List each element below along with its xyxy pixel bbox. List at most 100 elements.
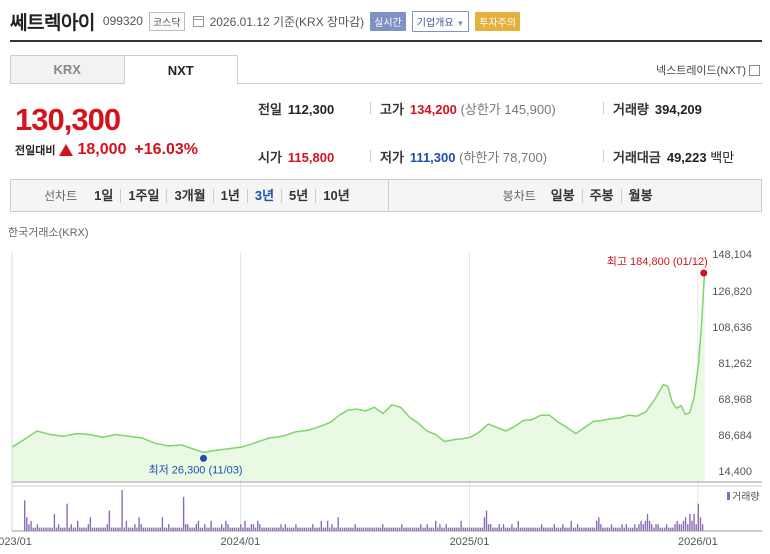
volume-bar — [87, 524, 89, 531]
x-tick-label: 2023/01 — [0, 536, 32, 548]
period-1y[interactable]: 1년 — [212, 188, 247, 203]
volume-bar — [593, 527, 596, 531]
volume-bar — [250, 524, 253, 531]
volume-bar — [261, 527, 263, 531]
tab-krx[interactable]: KRX — [10, 55, 124, 84]
realtime-badge[interactable]: 실시간 — [370, 11, 406, 31]
lower-limit: (하한가 78,700) — [459, 150, 548, 165]
stat-high: 고가 134,200 (상한가 145,900) — [380, 99, 556, 118]
period-1d[interactable]: 1일 — [87, 188, 120, 203]
volume-bar — [26, 517, 28, 531]
volume-bar — [646, 513, 649, 531]
volume-bar — [24, 500, 26, 532]
volume-bar — [269, 527, 272, 531]
volume-bar — [68, 527, 70, 531]
volume-bar — [140, 524, 142, 531]
up-arrow-icon — [59, 144, 74, 156]
volume-bar — [104, 527, 106, 531]
volume-bar — [454, 527, 456, 531]
volume-bar — [568, 527, 570, 531]
volume-bar — [684, 517, 687, 531]
stat-high-value: 134,200 — [409, 102, 457, 117]
volume-bar — [560, 527, 562, 531]
company-overview-button[interactable]: 기업개요 ▼ — [411, 10, 470, 32]
volume-bar — [483, 517, 486, 531]
divider — [603, 102, 604, 114]
volume-bar — [665, 524, 668, 531]
volume-bar — [165, 527, 168, 531]
volume-bar — [191, 527, 193, 531]
investment-warning-badge[interactable]: 투자주의 — [475, 11, 521, 31]
line-chart-group: 선차트 1일 1주일 3개월 1년 3년 5년 10년 — [11, 180, 357, 211]
volume-bar — [602, 527, 604, 531]
volume-bar — [375, 527, 378, 531]
volume-bar — [420, 524, 422, 531]
volume-bar — [678, 524, 680, 531]
volume-bar — [168, 524, 170, 531]
price-line — [12, 269, 706, 454]
volume-bar — [310, 527, 312, 531]
volume-bar — [608, 527, 611, 531]
volume-bar — [534, 527, 536, 531]
volume-bar — [640, 520, 642, 532]
volume-bar — [485, 510, 488, 531]
volume-bar — [392, 527, 394, 531]
candle-weekly[interactable]: 주봉 — [581, 188, 621, 203]
volume-bar — [356, 527, 358, 531]
volume-bar — [371, 527, 373, 531]
period-10y[interactable]: 10년 — [315, 188, 356, 203]
volume-bar — [691, 520, 693, 532]
volume-bar — [430, 527, 433, 531]
volume-bar — [515, 527, 517, 531]
volume-bar — [297, 527, 299, 531]
volume-bar — [460, 520, 462, 532]
volume-bar — [481, 527, 483, 531]
volume-bar — [388, 527, 390, 531]
volume-bar — [585, 527, 587, 531]
nextrade-toggle[interactable]: 넥스트레이드(NXT) — [656, 62, 760, 78]
volume-bar — [197, 520, 200, 532]
volume-bar — [487, 524, 490, 531]
tab-nxt[interactable]: NXT — [123, 55, 238, 84]
volume-bar — [28, 524, 30, 531]
volume-bar — [644, 520, 647, 532]
period-5y[interactable]: 5년 — [281, 188, 315, 203]
candle-daily[interactable]: 일봉 — [544, 188, 582, 203]
volume-bar — [324, 527, 327, 531]
volume-bar — [587, 527, 589, 531]
stat-low-value: 111,300 — [409, 150, 456, 165]
volume-bar — [238, 527, 240, 531]
volume-bar — [259, 524, 261, 531]
volume-bar — [540, 524, 543, 531]
volume-bar — [382, 524, 384, 531]
volume-bar — [591, 527, 594, 531]
candle-monthly[interactable]: 월봉 — [620, 188, 660, 203]
volume-bar — [307, 527, 310, 531]
volume-bar — [670, 527, 672, 531]
stat-low-label: 저가 — [380, 150, 404, 165]
volume-bar — [223, 527, 225, 531]
period-1w[interactable]: 1주일 — [120, 188, 166, 203]
volume-bar — [218, 527, 221, 531]
volume-bar — [570, 520, 572, 532]
volume-bar — [418, 527, 420, 531]
period-3y[interactable]: 3년 — [246, 188, 281, 203]
volume-bar — [314, 527, 316, 531]
volume-bar — [663, 527, 666, 531]
y-tick-label: 68,968 — [718, 394, 752, 406]
volume-bar — [509, 527, 511, 531]
volume-bar — [492, 527, 494, 531]
stat-prev: 전일 112,300 — [258, 99, 334, 118]
volume-bar — [174, 527, 176, 531]
volume-bar — [528, 527, 530, 531]
volume-bar — [636, 527, 638, 531]
volume-bar — [557, 527, 560, 531]
volume-bar — [293, 527, 295, 531]
volume-bar — [182, 496, 185, 531]
stat-amount: 거래대금 49,223 백만 — [613, 147, 734, 166]
stat-prev-label: 전일 — [258, 102, 282, 117]
volume-bar — [490, 524, 492, 531]
checkbox-icon[interactable] — [749, 64, 760, 76]
volume-bar — [377, 527, 380, 531]
period-3m[interactable]: 3개월 — [166, 188, 212, 203]
